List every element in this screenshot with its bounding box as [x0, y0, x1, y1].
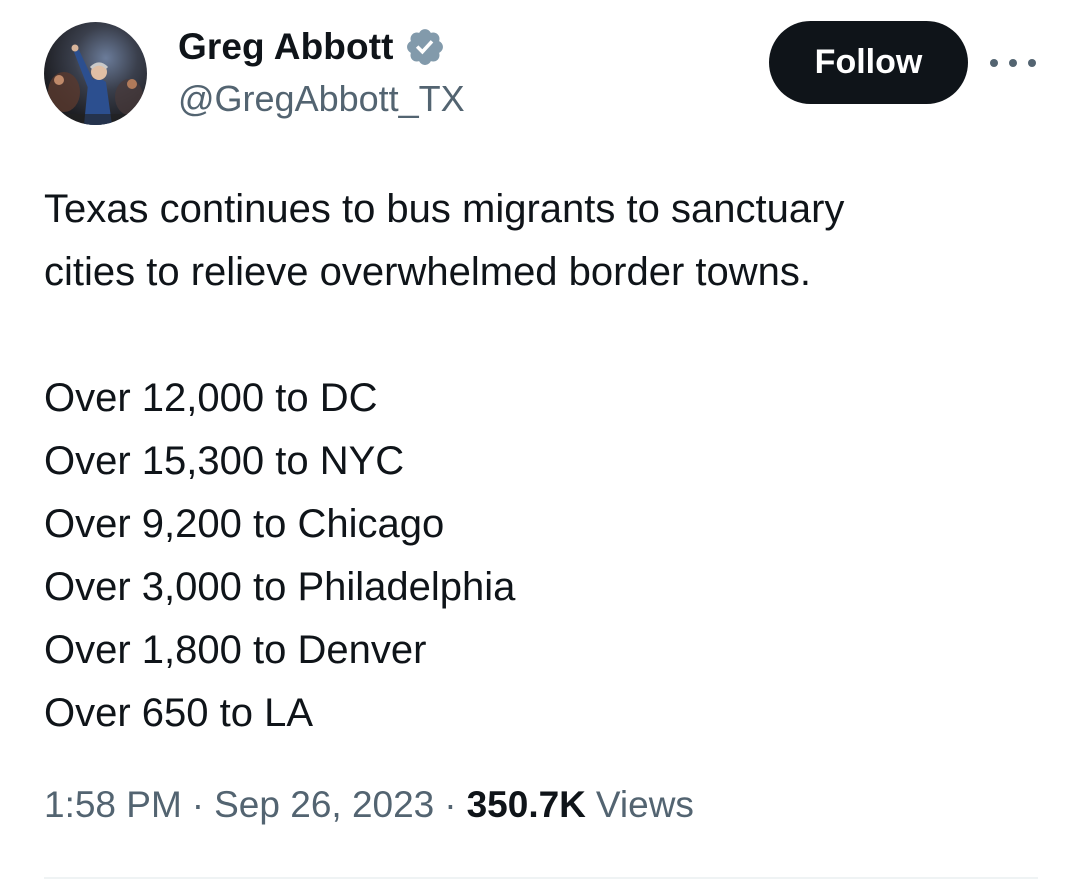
meta-separator: ·: [191, 784, 205, 825]
tweet-date[interactable]: Sep 26, 2023: [214, 784, 434, 826]
author-info: Greg Abbott @GregAbbott_TX: [178, 24, 465, 120]
display-name-row: Greg Abbott: [178, 24, 465, 70]
avatar-photo: [44, 44, 147, 125]
more-dot: [1009, 59, 1017, 67]
divider: [44, 877, 1038, 879]
tweet-list-item: Over 3,000 to Philadelphia: [44, 565, 516, 609]
avatar[interactable]: [44, 22, 147, 125]
views-label: Views: [595, 784, 694, 825]
tweet-list-item: Over 15,300 to NYC: [44, 439, 405, 483]
tweet-list-item: Over 650 to LA: [44, 691, 314, 735]
tweet-card: Greg Abbott @GregAbbott_TX Follow Texas …: [0, 0, 1065, 881]
follow-button[interactable]: Follow: [769, 21, 968, 104]
tweet-list-item: Over 1,800 to Denver: [44, 628, 427, 672]
display-name[interactable]: Greg Abbott: [178, 26, 394, 68]
verified-badge-icon[interactable]: [404, 26, 446, 68]
tweet-metadata: 1:58 PM · Sep 26, 2023 · 350.7K Views: [44, 784, 694, 826]
meta-separator: ·: [444, 784, 457, 825]
user-handle[interactable]: @GregAbbott_TX: [178, 78, 465, 120]
more-dot: [990, 59, 998, 67]
tweet-time[interactable]: 1:58 PM: [44, 784, 182, 826]
tweet-text-line: Texas continues to bus migrants to sanct…: [44, 187, 845, 231]
more-options-icon[interactable]: [990, 48, 1036, 78]
tweet-text-line: cities to relieve overwhelmed border tow…: [44, 250, 812, 294]
tweet-list-item: Over 9,200 to Chicago: [44, 502, 445, 546]
views-count: 350.7K: [466, 784, 586, 825]
tweet-list-item: Over 12,000 to DC: [44, 376, 378, 420]
more-dot: [1028, 59, 1036, 67]
tweet-text: Texas continues to bus migrants to sanct…: [44, 178, 1034, 745]
